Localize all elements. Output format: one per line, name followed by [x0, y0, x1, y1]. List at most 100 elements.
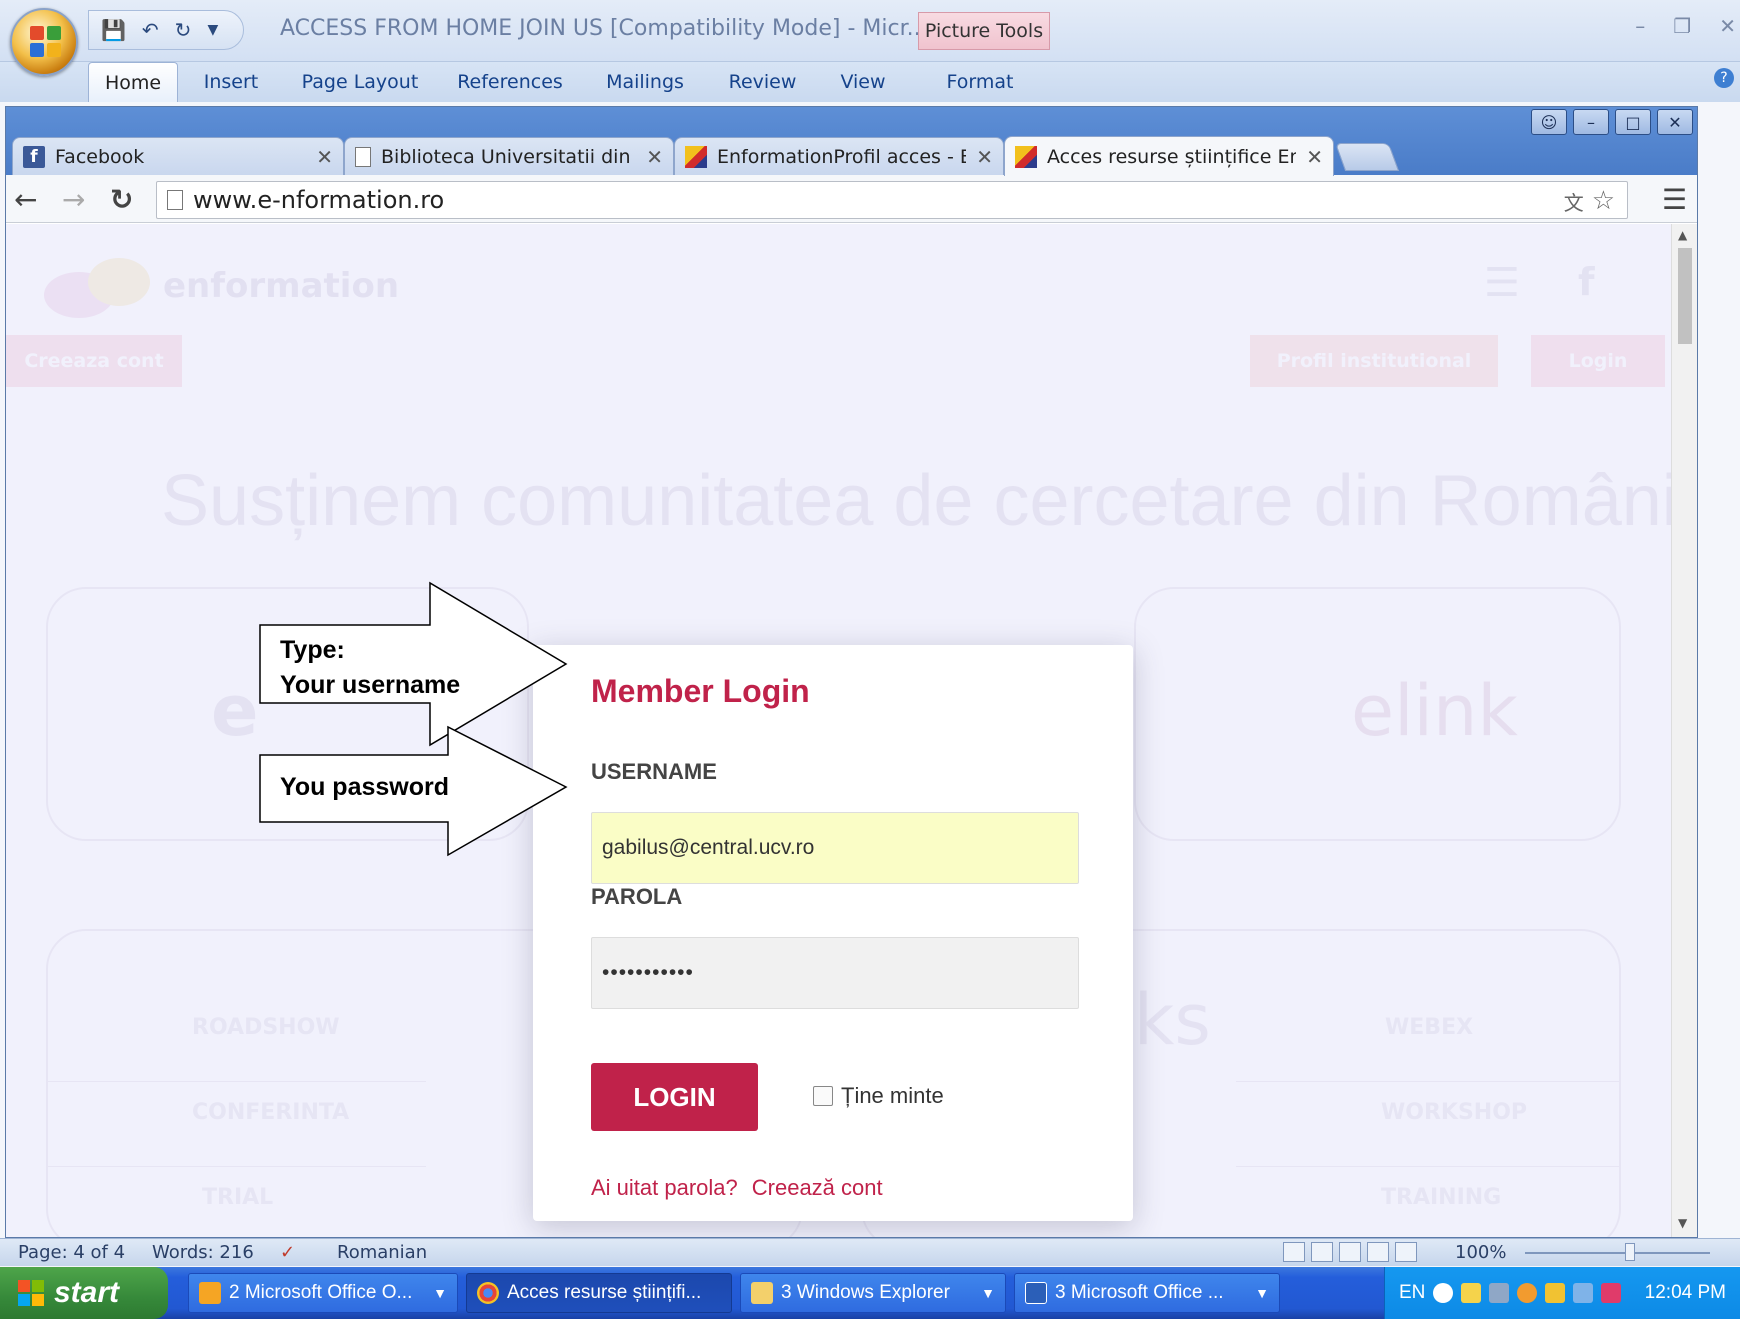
profile-icon[interactable]: ☺	[1531, 109, 1567, 135]
tab-insert[interactable]: Insert	[198, 62, 264, 102]
undo-icon[interactable]: ↶	[142, 18, 159, 42]
remember-checkbox[interactable]	[813, 1086, 833, 1106]
create-account-link[interactable]: Creează cont	[752, 1175, 883, 1201]
close-icon[interactable]: ✕	[1657, 109, 1693, 135]
tab-label: Acces resurse științifice Enfo	[1047, 145, 1297, 168]
customize-qat-icon[interactable]: ▼	[207, 22, 218, 38]
taskbar-item-word[interactable]: 3 Microsoft Office ... ▼	[1014, 1273, 1280, 1313]
menu-icon[interactable]: ☰	[1662, 183, 1687, 216]
scroll-up-icon[interactable]: ▲	[1678, 228, 1687, 242]
password-label: PAROLA	[591, 884, 683, 909]
close-tab-icon[interactable]: ✕	[1306, 145, 1323, 169]
tab-review[interactable]: Review	[725, 62, 800, 102]
network-icon[interactable]	[1489, 1283, 1510, 1303]
modal-links: Ai uitat parola? Creează cont	[591, 1175, 883, 1201]
facebook-icon: f	[23, 145, 45, 168]
proofing-icon[interactable]: ✓	[280, 1242, 295, 1263]
modal-title: Member Login	[591, 673, 810, 709]
chevron-down-icon: ▼	[981, 1285, 995, 1301]
browser-tab-enformation-profil[interactable]: EnformationProfil acces - Enf ✕	[674, 137, 1004, 175]
login-button[interactable]: LOGIN	[591, 1063, 758, 1131]
tab-home[interactable]: Home	[88, 62, 178, 102]
taskbar-item-explorer[interactable]: 3 Windows Explorer ▼	[740, 1273, 1006, 1313]
zoom-level[interactable]: 100%	[1455, 1242, 1506, 1263]
password-input[interactable]: •••••••••••	[591, 937, 1079, 1009]
enformation-icon	[685, 145, 707, 168]
document-icon	[355, 146, 371, 167]
tab-mailings[interactable]: Mailings	[600, 62, 690, 102]
word-status-bar: Page: 4 of 4 Words: 216 ✓ Romanian 100%	[0, 1238, 1740, 1266]
browser-tab-biblioteca[interactable]: Biblioteca Universitatii din Cra ✕	[344, 137, 674, 175]
username-input[interactable]: gabilus@central.ucv.ro	[591, 812, 1079, 884]
system-tray: EN 12:04 PM	[1384, 1267, 1740, 1319]
page-viewport: enformation ☰ f Creeaza cont Profil inst…	[6, 224, 1671, 1237]
start-label: start	[54, 1276, 120, 1309]
bookmark-star-icon[interactable]: ☆	[1592, 186, 1615, 216]
outlook-tray-icon[interactable]	[1517, 1283, 1538, 1303]
clock[interactable]: 12:04 PM	[1645, 1282, 1726, 1304]
new-tab-button[interactable]	[1334, 143, 1400, 171]
input-language[interactable]: EN	[1399, 1282, 1425, 1304]
scroll-down-icon[interactable]: ▼	[1678, 1216, 1687, 1230]
tab-strip: ☺ – □ ✕ f Facebook ✕ Biblioteca Universi…	[6, 107, 1697, 176]
web-layout-icon[interactable]	[1339, 1242, 1361, 1262]
tab-label: Facebook	[55, 145, 145, 168]
mail-icon[interactable]	[1461, 1283, 1482, 1303]
browser-tab-acces-resurse[interactable]: Acces resurse științifice Enfo ✕	[1004, 136, 1334, 176]
close-tab-icon[interactable]: ✕	[646, 145, 663, 169]
taskbar-item-chrome[interactable]: Acces resurse științifi...	[466, 1273, 732, 1313]
address-bar[interactable]: www.e-nformation.ro 文 ☆	[156, 181, 1628, 219]
help-icon[interactable]: ?	[1714, 68, 1734, 88]
page-count[interactable]: Page: 4 of 4	[18, 1242, 125, 1263]
security-icon[interactable]	[1545, 1283, 1566, 1303]
forward-icon[interactable]: →	[62, 183, 85, 216]
start-button[interactable]: start	[0, 1267, 168, 1319]
taskbar-item-outlook[interactable]: 2 Microsoft Office O... ▼	[188, 1273, 458, 1313]
restore-icon[interactable]: ❐	[1673, 14, 1691, 38]
view-buttons	[1283, 1242, 1417, 1262]
save-icon[interactable]: 💾	[101, 18, 126, 42]
messenger-icon[interactable]	[1601, 1283, 1622, 1303]
tab-page-layout[interactable]: Page Layout	[300, 62, 420, 102]
tab-format[interactable]: Format	[940, 62, 1020, 102]
minimize-icon[interactable]: –	[1573, 109, 1609, 135]
windows-taskbar: start 2 Microsoft Office O... ▼ Acces re…	[0, 1267, 1740, 1319]
zoom-slider-knob[interactable]	[1625, 1243, 1635, 1261]
reload-icon[interactable]: ↻	[110, 183, 133, 216]
translate-icon[interactable]: 文	[1564, 187, 1584, 216]
zoom-slider[interactable]	[1525, 1252, 1710, 1254]
close-tab-icon[interactable]: ✕	[976, 145, 993, 169]
maximize-icon[interactable]: □	[1615, 109, 1651, 135]
remember-me[interactable]: Ține minte	[813, 1083, 944, 1109]
tab-references[interactable]: References	[455, 62, 565, 102]
print-layout-icon[interactable]	[1283, 1242, 1305, 1262]
close-icon[interactable]: ✕	[1719, 14, 1736, 38]
enformation-icon	[1015, 145, 1037, 168]
browser-window-controls: ☺ – □ ✕	[1531, 109, 1693, 135]
folder-icon	[751, 1282, 773, 1304]
minimize-icon[interactable]: –	[1635, 14, 1645, 38]
language-indicator[interactable]: Romanian	[337, 1242, 427, 1263]
outlook-icon	[199, 1282, 221, 1304]
outline-icon[interactable]	[1367, 1242, 1389, 1262]
browser-tab-facebook[interactable]: f Facebook ✕	[12, 137, 344, 175]
draft-icon[interactable]	[1395, 1242, 1417, 1262]
word-window-controls: – ❐ ✕	[1635, 14, 1736, 38]
callout-line: Type:	[280, 636, 345, 664]
tray-expand-icon[interactable]	[1433, 1283, 1454, 1303]
scroll-thumb[interactable]	[1678, 248, 1692, 344]
full-screen-reading-icon[interactable]	[1311, 1242, 1333, 1262]
close-tab-icon[interactable]: ✕	[316, 145, 333, 169]
office-button[interactable]	[10, 8, 78, 76]
back-icon[interactable]: ←	[14, 183, 37, 216]
page-scrollbar[interactable]: ▲ ▼	[1671, 224, 1697, 1237]
word-count[interactable]: Words: 216	[152, 1242, 254, 1263]
tab-view[interactable]: View	[833, 62, 893, 102]
forgot-password-link[interactable]: Ai uitat parola?	[591, 1175, 738, 1201]
tab-label: Biblioteca Universitatii din Cra	[381, 145, 636, 168]
office-logo-icon	[30, 26, 62, 58]
url-text: www.e-nformation.ro	[193, 186, 445, 214]
document-title: ACCESS FROM HOME JOIN US [Compatibility …	[280, 16, 928, 41]
redo-icon[interactable]: ↻	[175, 18, 192, 42]
update-icon[interactable]	[1573, 1283, 1594, 1303]
